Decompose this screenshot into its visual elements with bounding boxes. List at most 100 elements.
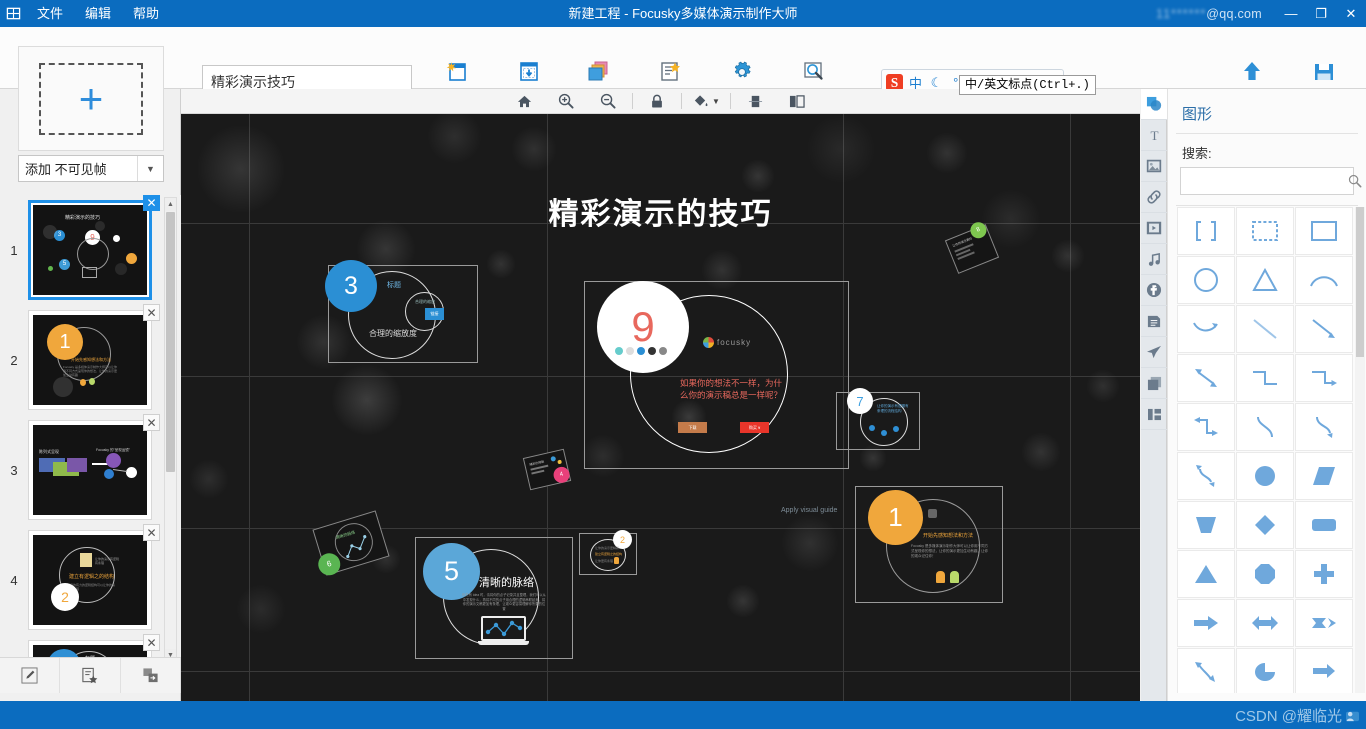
- zoom-in-icon[interactable]: [545, 89, 587, 113]
- shape-curve-double-arrow[interactable]: [1177, 452, 1235, 500]
- shapes-scrollbar[interactable]: [1355, 207, 1365, 693]
- shape-brackets[interactable]: [1177, 207, 1235, 255]
- slide-thumb-cell[interactable]: 1 开始先感知想法和方法 Focusky 是多媒体演示制作大师可以让你用不同方式…: [28, 310, 152, 410]
- slide-thumb-cell[interactable]: 让你的演示有逻辑有条理 建立有逻辑之的结构 使用的有力的逻辑结构可以让你的演示有…: [28, 530, 152, 630]
- presentation-stage[interactable]: 精彩演示的技巧 3 标题 合理的缩放 链接 合理的缩放度 9: [181, 114, 1140, 701]
- shape-dashed-rect[interactable]: [1236, 207, 1294, 255]
- align-vertical-icon[interactable]: [734, 89, 776, 113]
- shape-rect[interactable]: [1295, 207, 1353, 255]
- slide-thumb-cell[interactable]: 陈列式呈现 Focusky 的"呈现运镜" ✕: [28, 420, 152, 520]
- slide-thumb-2[interactable]: 2 1 开始先感知想法和方法 Focusky 是多媒体演示制作大师可以让你用不同…: [0, 305, 181, 415]
- canvas-frame-2[interactable]: 2 让你的演示更精彩 建立有逻辑之的结构 让你更有条理: [579, 533, 637, 575]
- zoom-out-icon[interactable]: [587, 89, 629, 113]
- account-email-domain: @qq.com: [1206, 7, 1262, 21]
- search-magnifier-icon[interactable]: [1348, 174, 1362, 188]
- shapes-search-box[interactable]: [1180, 167, 1354, 195]
- svg-text:T: T: [1150, 128, 1158, 143]
- fill-bucket-icon[interactable]: ▼: [685, 89, 727, 113]
- shape-step-line[interactable]: [1236, 354, 1294, 402]
- shape-arc-arrow[interactable]: [1177, 305, 1235, 353]
- delete-slide-button[interactable]: ✕: [143, 195, 160, 211]
- scrollbar-thumb[interactable]: [1356, 207, 1364, 357]
- shapes-grid[interactable]: [1176, 207, 1359, 693]
- duplicate-frame-tool-icon[interactable]: [121, 658, 181, 693]
- shape-elbow-double-arrow[interactable]: [1177, 403, 1235, 451]
- close-button[interactable]: ✕: [1336, 0, 1366, 27]
- slide-thumb-3[interactable]: 3 陈列式呈现 Focusky 的"呈现运镜" ✕: [0, 415, 181, 525]
- menu-edit[interactable]: 编辑: [74, 0, 122, 27]
- shape-s-curve[interactable]: [1236, 403, 1294, 451]
- shape-cross[interactable]: [1295, 550, 1353, 598]
- canvas-frame-1[interactable]: 1 开始先感知想法和方法 Focusky 是多媒体演示制作大师可以让你用不同方式…: [855, 486, 1003, 603]
- shape-parallelogram[interactable]: [1295, 452, 1353, 500]
- add-frame-select[interactable]: 添加 不可见帧 ▼: [18, 155, 164, 182]
- slide-thumbnail-list[interactable]: 1 精彩演示的技巧 3 9 5: [0, 195, 181, 665]
- canvas-frame-7[interactable]: 7 让你的演示有逻辑有条理的流程结构: [836, 392, 920, 450]
- rail-animation-icon[interactable]: [1141, 337, 1167, 368]
- shape-octagon[interactable]: [1236, 550, 1294, 598]
- page-layout-icon[interactable]: [776, 89, 818, 113]
- delete-slide-button[interactable]: ✕: [143, 524, 160, 541]
- shape-block-arrow[interactable]: [1295, 648, 1353, 693]
- shape-diamond[interactable]: [1236, 501, 1294, 549]
- home-icon[interactable]: [503, 89, 545, 113]
- shape-double-arrow[interactable]: [1177, 354, 1235, 402]
- minimize-button[interactable]: —: [1276, 0, 1306, 27]
- mini-tile-pink[interactable]: 精彩的排版 4: [523, 449, 571, 491]
- animation-list-tool-icon[interactable]: [60, 658, 120, 693]
- shape-chevron-arrow[interactable]: [1295, 599, 1353, 647]
- shape-step-arrow[interactable]: [1295, 354, 1353, 402]
- menu-help[interactable]: 帮助: [122, 0, 170, 27]
- slides-scrollbar[interactable]: ▲ ▼: [164, 197, 177, 663]
- rail-link-icon[interactable]: [1141, 182, 1167, 213]
- add-frame-placeholder[interactable]: +: [18, 46, 164, 151]
- shape-line[interactable]: [1236, 305, 1294, 353]
- rail-layers-icon[interactable]: [1141, 368, 1167, 399]
- shape-arrow-diagonal[interactable]: [1295, 305, 1353, 353]
- shape-arrow-left-right[interactable]: [1236, 599, 1294, 647]
- account-email[interactable]: 11******@qq.com: [1156, 7, 1262, 21]
- rail-music-icon[interactable]: [1141, 244, 1167, 275]
- slides-panel: + 添加 不可见帧 ▼ 1 精彩演示的技巧 3 9 5: [0, 89, 181, 729]
- restore-button[interactable]: ❐: [1306, 0, 1336, 27]
- shape-arc-up[interactable]: [1295, 256, 1353, 304]
- slide-thumb-1[interactable]: 1 精彩演示的技巧 3 9 5: [0, 195, 181, 305]
- shape-triangle-filled[interactable]: [1177, 550, 1235, 598]
- edit-pen-tool-icon[interactable]: [0, 658, 60, 693]
- delete-slide-button[interactable]: ✕: [143, 634, 160, 651]
- lock-icon[interactable]: [636, 89, 678, 113]
- scroll-up-icon[interactable]: ▲: [165, 198, 176, 211]
- rail-layout-icon[interactable]: [1141, 399, 1167, 430]
- shape-arrow-right[interactable]: [1177, 599, 1235, 647]
- canvas-frame-9[interactable]: 9 focusky 如果你的想法不一样，为什 么你的演示稿总是一样呢？ 下载: [584, 281, 849, 469]
- slide-thumb-4[interactable]: 4 让你的演示有逻辑有条理 建立有逻辑之的结构 使用的有力的逻辑结构可以让你的演…: [0, 525, 181, 635]
- canvas-frame-3[interactable]: 3 标题 合理的缩放 链接 合理的缩放度: [328, 265, 478, 363]
- shape-pac[interactable]: [1236, 648, 1294, 693]
- menu-file[interactable]: 文件: [26, 0, 74, 27]
- shape-rounded-rect[interactable]: [1295, 501, 1353, 549]
- shapes-search-input[interactable]: [1181, 168, 1348, 194]
- shape-disc[interactable]: [1236, 452, 1294, 500]
- shape-arrow-bent[interactable]: [1177, 648, 1235, 693]
- delete-slide-button[interactable]: ✕: [143, 304, 160, 321]
- shape-triangle-outline[interactable]: [1236, 256, 1294, 304]
- chevron-down-icon[interactable]: ▼: [712, 97, 720, 106]
- ime-tooltip: 中/英文标点(Ctrl+.): [959, 75, 1096, 95]
- delete-slide-button[interactable]: ✕: [143, 414, 160, 431]
- canvas-title[interactable]: 精彩演示的技巧: [181, 189, 1140, 233]
- rail-shapes-icon[interactable]: [1141, 89, 1167, 120]
- shape-curve-arrow[interactable]: [1295, 403, 1353, 451]
- scrollbar-thumb[interactable]: [166, 212, 175, 472]
- shape-circle-outline[interactable]: [1177, 256, 1235, 304]
- rail-article-icon[interactable]: [1141, 306, 1167, 337]
- frame-9-button-1[interactable]: 下载: [678, 422, 707, 433]
- slide-thumb-cell[interactable]: 精彩演示的技巧 3 9 5 ✕: [28, 200, 152, 300]
- frame-9-button-2[interactable]: 购买 ¥: [740, 422, 769, 433]
- rail-video-icon[interactable]: [1141, 213, 1167, 244]
- rail-text-icon[interactable]: T: [1141, 120, 1167, 151]
- rail-flash-icon[interactable]: [1141, 275, 1167, 306]
- rail-image-icon[interactable]: [1141, 151, 1167, 182]
- shape-trapezoid[interactable]: [1177, 501, 1235, 549]
- chevron-down-icon[interactable]: ▼: [137, 156, 163, 181]
- canvas-frame-5[interactable]: 5 清晰的脉络 你先有 idea 时，请将你的点子记录并且整理，我们可以从中发现…: [415, 537, 573, 659]
